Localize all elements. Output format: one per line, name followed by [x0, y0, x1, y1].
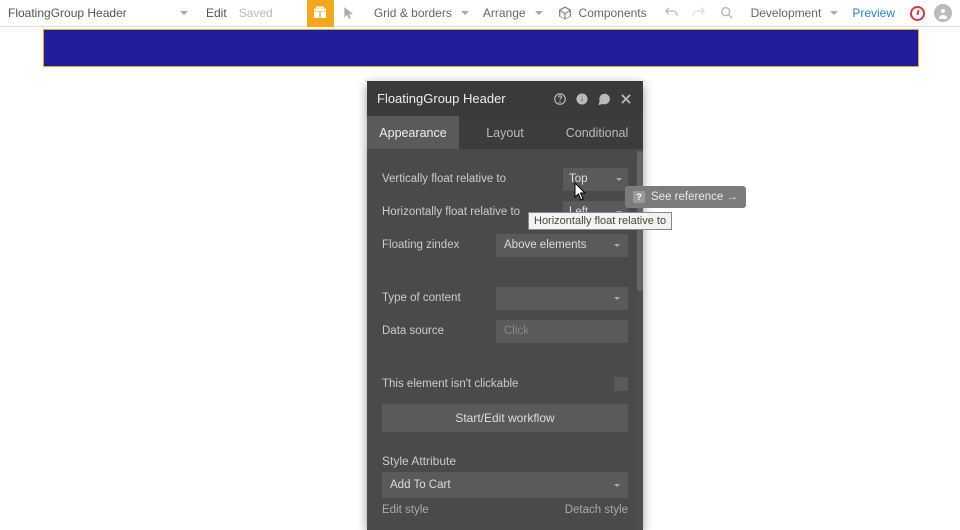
horiz-float-label: Horizontally float relative to: [382, 206, 520, 218]
components-button[interactable]: Components: [547, 0, 657, 26]
tab-appearance[interactable]: Appearance: [367, 116, 459, 149]
see-reference-label: See reference →: [651, 191, 738, 203]
chevron-down-icon: [180, 11, 188, 15]
search-icon: [719, 5, 735, 21]
pointer-tool[interactable]: [334, 0, 364, 26]
mouse-cursor: [574, 183, 588, 206]
arrow-cursor-icon: [342, 6, 356, 20]
components-label: Components: [579, 6, 647, 20]
edit-link[interactable]: Edit: [198, 6, 235, 20]
gift-icon: [312, 4, 328, 23]
avatar-icon: [934, 4, 952, 22]
preview-button[interactable]: Preview: [842, 0, 905, 26]
hover-tooltip: Horizontally float relative to: [528, 212, 672, 230]
zindex-dropdown[interactable]: Above elements: [496, 234, 628, 257]
style-attribute-value: Add To Cart: [390, 479, 451, 491]
chevron-down-icon: [830, 11, 838, 15]
notification-button[interactable]: [905, 0, 930, 26]
chevron-down-icon: [614, 297, 620, 300]
notification-icon: [910, 6, 925, 21]
tab-layout[interactable]: Layout: [459, 116, 551, 149]
chevron-down-icon: [616, 178, 622, 181]
data-source-input[interactable]: Click: [496, 320, 628, 343]
panel-tabs: Appearance Layout Conditional: [367, 116, 643, 149]
workflow-button[interactable]: Start/Edit workflow: [382, 404, 628, 432]
data-source-placeholder: Click: [504, 325, 529, 337]
saved-status: Saved: [235, 6, 273, 20]
workflow-button-label: Start/Edit workflow: [455, 411, 554, 425]
top-toolbar: FloatingGroup Header Edit Saved Grid & b…: [0, 0, 960, 27]
chevron-down-icon: [461, 11, 469, 15]
account-button[interactable]: [930, 0, 960, 26]
undo-button[interactable]: [657, 0, 685, 26]
content-type-dropdown[interactable]: [496, 287, 628, 310]
detach-style-link[interactable]: Detach style: [565, 504, 628, 516]
cube-icon: [557, 5, 573, 21]
tab-conditional[interactable]: Conditional: [551, 116, 643, 149]
zindex-row: Floating zindex Above elements: [382, 232, 628, 258]
panel-body: Vertically float relative to Top Horizon…: [367, 149, 643, 530]
style-attribute-heading: Style Attribute: [382, 454, 628, 468]
content-type-row: Type of content: [382, 285, 628, 311]
content-type-label: Type of content: [382, 292, 461, 304]
search-button[interactable]: [713, 0, 741, 26]
zindex-label: Floating zindex: [382, 239, 459, 251]
element-selector-dropdown[interactable]: FloatingGroup Header: [0, 0, 198, 26]
clickable-label: This element isn't clickable: [382, 378, 518, 390]
env-label: Development: [751, 6, 822, 20]
redo-button[interactable]: [685, 0, 713, 26]
see-reference-tooltip[interactable]: ? See reference →: [625, 186, 746, 208]
chevron-down-icon: [614, 244, 620, 247]
clickable-row: This element isn't clickable: [382, 371, 628, 397]
grid-borders-dropdown[interactable]: Grid & borders: [364, 0, 473, 26]
floating-group-header-element[interactable]: [43, 29, 919, 67]
data-source-label: Data source: [382, 325, 444, 337]
arrange-label: Arrange: [483, 6, 526, 20]
vert-float-dropdown[interactable]: Top: [563, 168, 628, 191]
zindex-value: Above elements: [504, 239, 586, 251]
edit-style-link[interactable]: Edit style: [382, 504, 429, 516]
vert-float-label: Vertically float relative to: [382, 173, 506, 185]
style-attribute-dropdown[interactable]: Add To Cart: [382, 472, 628, 498]
property-panel: FloatingGroup Header Appearance Layout C…: [367, 81, 643, 530]
info-icon[interactable]: [575, 92, 589, 106]
undo-icon: [663, 5, 679, 21]
panel-header[interactable]: FloatingGroup Header: [367, 81, 643, 116]
env-dropdown[interactable]: Development: [741, 0, 843, 26]
editor-canvas[interactable]: FloatingGroup Header Appearance Layout C…: [0, 27, 960, 530]
vert-float-row: Vertically float relative to Top: [382, 166, 628, 192]
chevron-down-icon: [535, 11, 543, 15]
data-source-row: Data source Click: [382, 318, 628, 344]
style-links-row: Edit style Detach style: [382, 504, 628, 516]
panel-header-icons: [553, 92, 633, 106]
comment-icon[interactable]: [597, 92, 611, 106]
hover-tooltip-text: Horizontally float relative to: [534, 215, 666, 227]
element-selector-label: FloatingGroup Header: [8, 6, 127, 20]
arrange-dropdown[interactable]: Arrange: [473, 0, 547, 26]
preview-label: Preview: [852, 6, 895, 20]
clickable-checkbox[interactable]: [614, 377, 628, 391]
close-icon[interactable]: [619, 92, 633, 106]
help-icon[interactable]: [553, 92, 567, 106]
redo-icon: [691, 5, 707, 21]
question-icon: ?: [633, 191, 645, 203]
chevron-down-icon: [614, 484, 620, 487]
gift-button[interactable]: [307, 0, 334, 27]
panel-title: FloatingGroup Header: [377, 91, 506, 106]
grid-borders-label: Grid & borders: [374, 6, 452, 20]
